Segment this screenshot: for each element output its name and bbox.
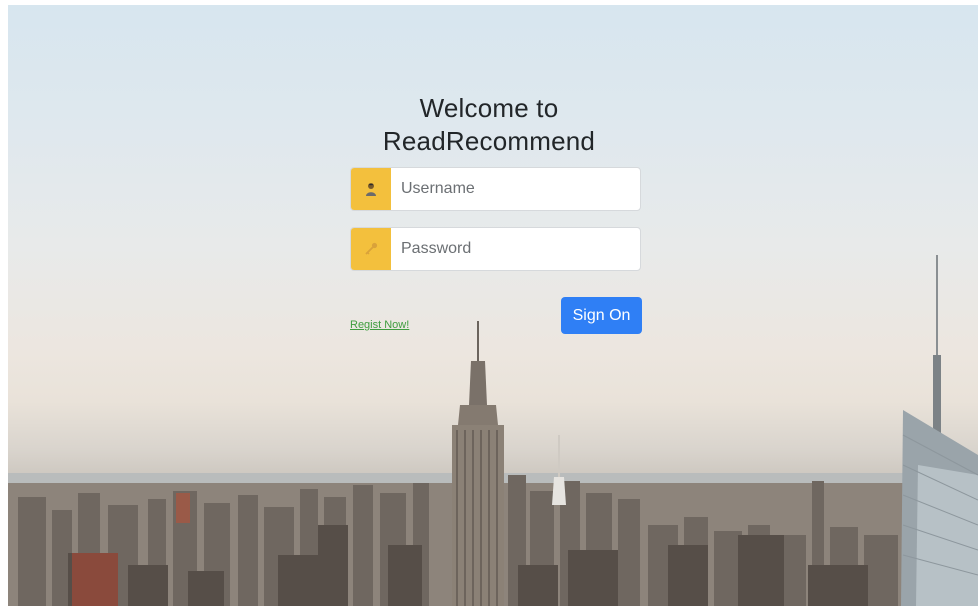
password-input[interactable] bbox=[391, 228, 640, 270]
title-line-2: ReadRecommend bbox=[382, 126, 596, 156]
register-link[interactable]: Regist Now! bbox=[350, 319, 409, 331]
username-input[interactable] bbox=[391, 168, 640, 210]
password-field[interactable] bbox=[350, 227, 641, 271]
user-icon bbox=[351, 168, 391, 210]
welcome-title: Welcome to ReadRecommend bbox=[0, 92, 978, 158]
username-field[interactable] bbox=[350, 167, 641, 211]
key-icon bbox=[351, 228, 391, 270]
title-line-1: Welcome to bbox=[419, 93, 559, 123]
sign-on-button[interactable]: Sign On bbox=[561, 297, 642, 334]
